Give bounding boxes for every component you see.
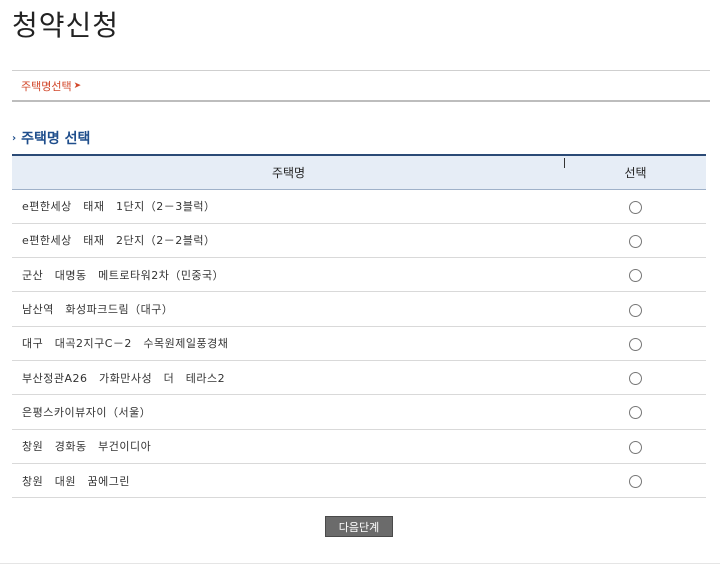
table-row: 부산정관A26 가화만사성 더 테라스2	[12, 360, 706, 396]
table-row: 창원 대원 꿈에그린	[12, 463, 706, 499]
section-title: 주택명 선택	[21, 131, 91, 147]
housing-name: e편한세상 태재 1단지（2－3블럭）	[12, 189, 565, 224]
housing-table: 주택명 선택 e편한세상 태재 1단지（2－3블럭） e편한세상 태재 2단지（…	[12, 154, 706, 499]
select-radio[interactable]	[629, 337, 642, 351]
housing-name: 창원 경화동 부건이디아	[12, 429, 565, 464]
arrow-right-icon: ➤	[73, 81, 82, 91]
housing-name: 남산역 화성파크드림（대구）	[12, 291, 565, 327]
select-radio[interactable]	[629, 372, 642, 386]
header-divider	[564, 158, 565, 168]
chevron-right-icon: ›	[12, 132, 17, 144]
table-row: 대구 대곡2지구C－2 수목원제일풍경채	[12, 326, 706, 361]
next-step-button[interactable]: 다음단계	[325, 516, 393, 537]
table-row: 창원 경화동 부건이디아	[12, 429, 706, 464]
table-row: 군산 대명동 메트로타워2차（민중국）	[12, 257, 706, 293]
housing-name: 군산 대명동 메트로타워2차（민중국）	[12, 257, 565, 293]
breadcrumb-label: 주택명선택	[21, 80, 72, 93]
column-header-name: 주택명	[12, 154, 565, 190]
breadcrumb: 주택명선택 ➤	[21, 78, 81, 94]
bottom-divider	[0, 563, 720, 564]
housing-name: 부산정관A26 가화만사성 더 테라스2	[12, 360, 565, 396]
housing-name: 창원 대원 꿈에그린	[12, 463, 565, 499]
title-divider	[12, 70, 710, 71]
table-row: e편한세상 태재 1단지（2－3블럭）	[12, 189, 706, 224]
select-radio[interactable]	[629, 406, 642, 420]
select-radio[interactable]	[629, 475, 642, 489]
select-radio[interactable]	[629, 440, 642, 454]
breadcrumb-divider	[12, 100, 710, 102]
column-header-select: 선택	[565, 154, 706, 190]
housing-name: e편한세상 태재 2단지（2－2블럭）	[12, 223, 565, 259]
housing-name: 은평스카이뷰자이（서울）	[12, 394, 565, 430]
housing-name: 대구 대곡2지구C－2 수목원제일풍경채	[12, 326, 565, 361]
table-row: 남산역 화성파크드림（대구）	[12, 291, 706, 327]
table-row: e편한세상 태재 2단지（2－2블럭）	[12, 223, 706, 259]
section-heading: › 주택명 선택	[12, 128, 90, 148]
select-radio[interactable]	[629, 234, 642, 248]
select-radio[interactable]	[629, 200, 642, 214]
table-header-row: 주택명 선택	[12, 154, 706, 190]
select-radio[interactable]	[629, 269, 642, 283]
select-radio[interactable]	[629, 303, 642, 317]
page-title: 청약신청	[12, 9, 120, 42]
table-row: 은평스카이뷰자이（서울）	[12, 394, 706, 430]
